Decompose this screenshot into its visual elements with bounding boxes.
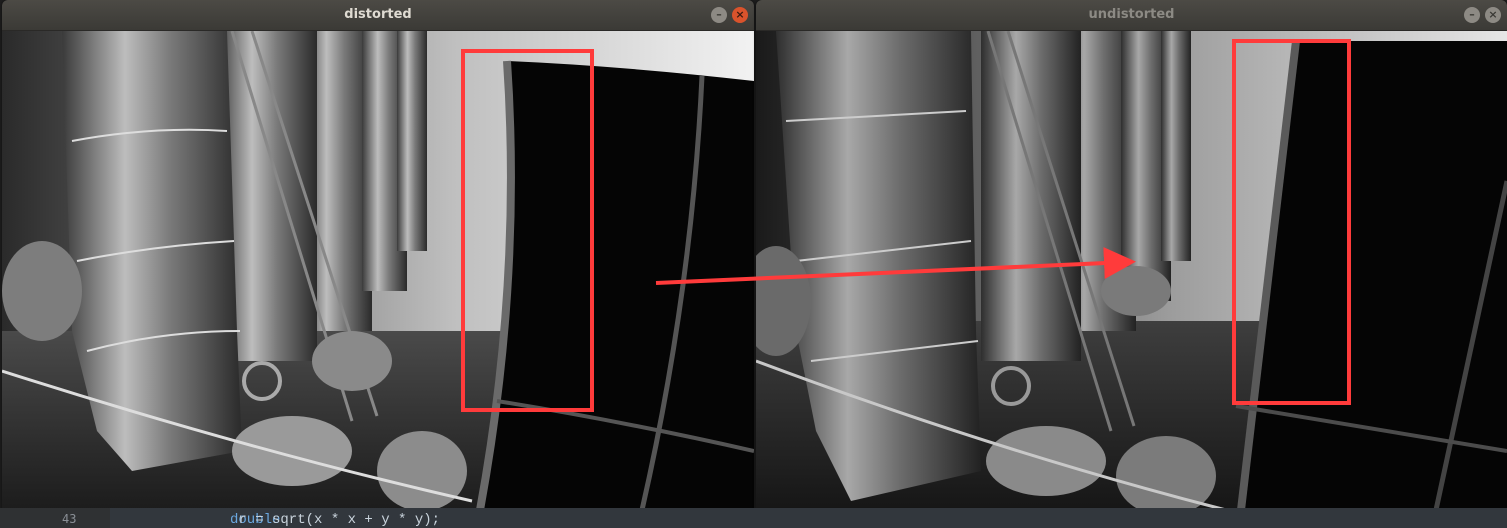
code-editor-strip: 43 double r = sqrt(x * x + y * y); — [0, 508, 1507, 528]
line-number-gutter: 43 — [0, 508, 110, 528]
annotation-arrow — [655, 247, 1136, 285]
line-number: 43 — [62, 512, 77, 526]
code-line[interactable]: double r = sqrt(x * x + y * y); — [110, 508, 1507, 528]
code-text: r = sqrt(x * x + y * y); — [230, 512, 441, 528]
